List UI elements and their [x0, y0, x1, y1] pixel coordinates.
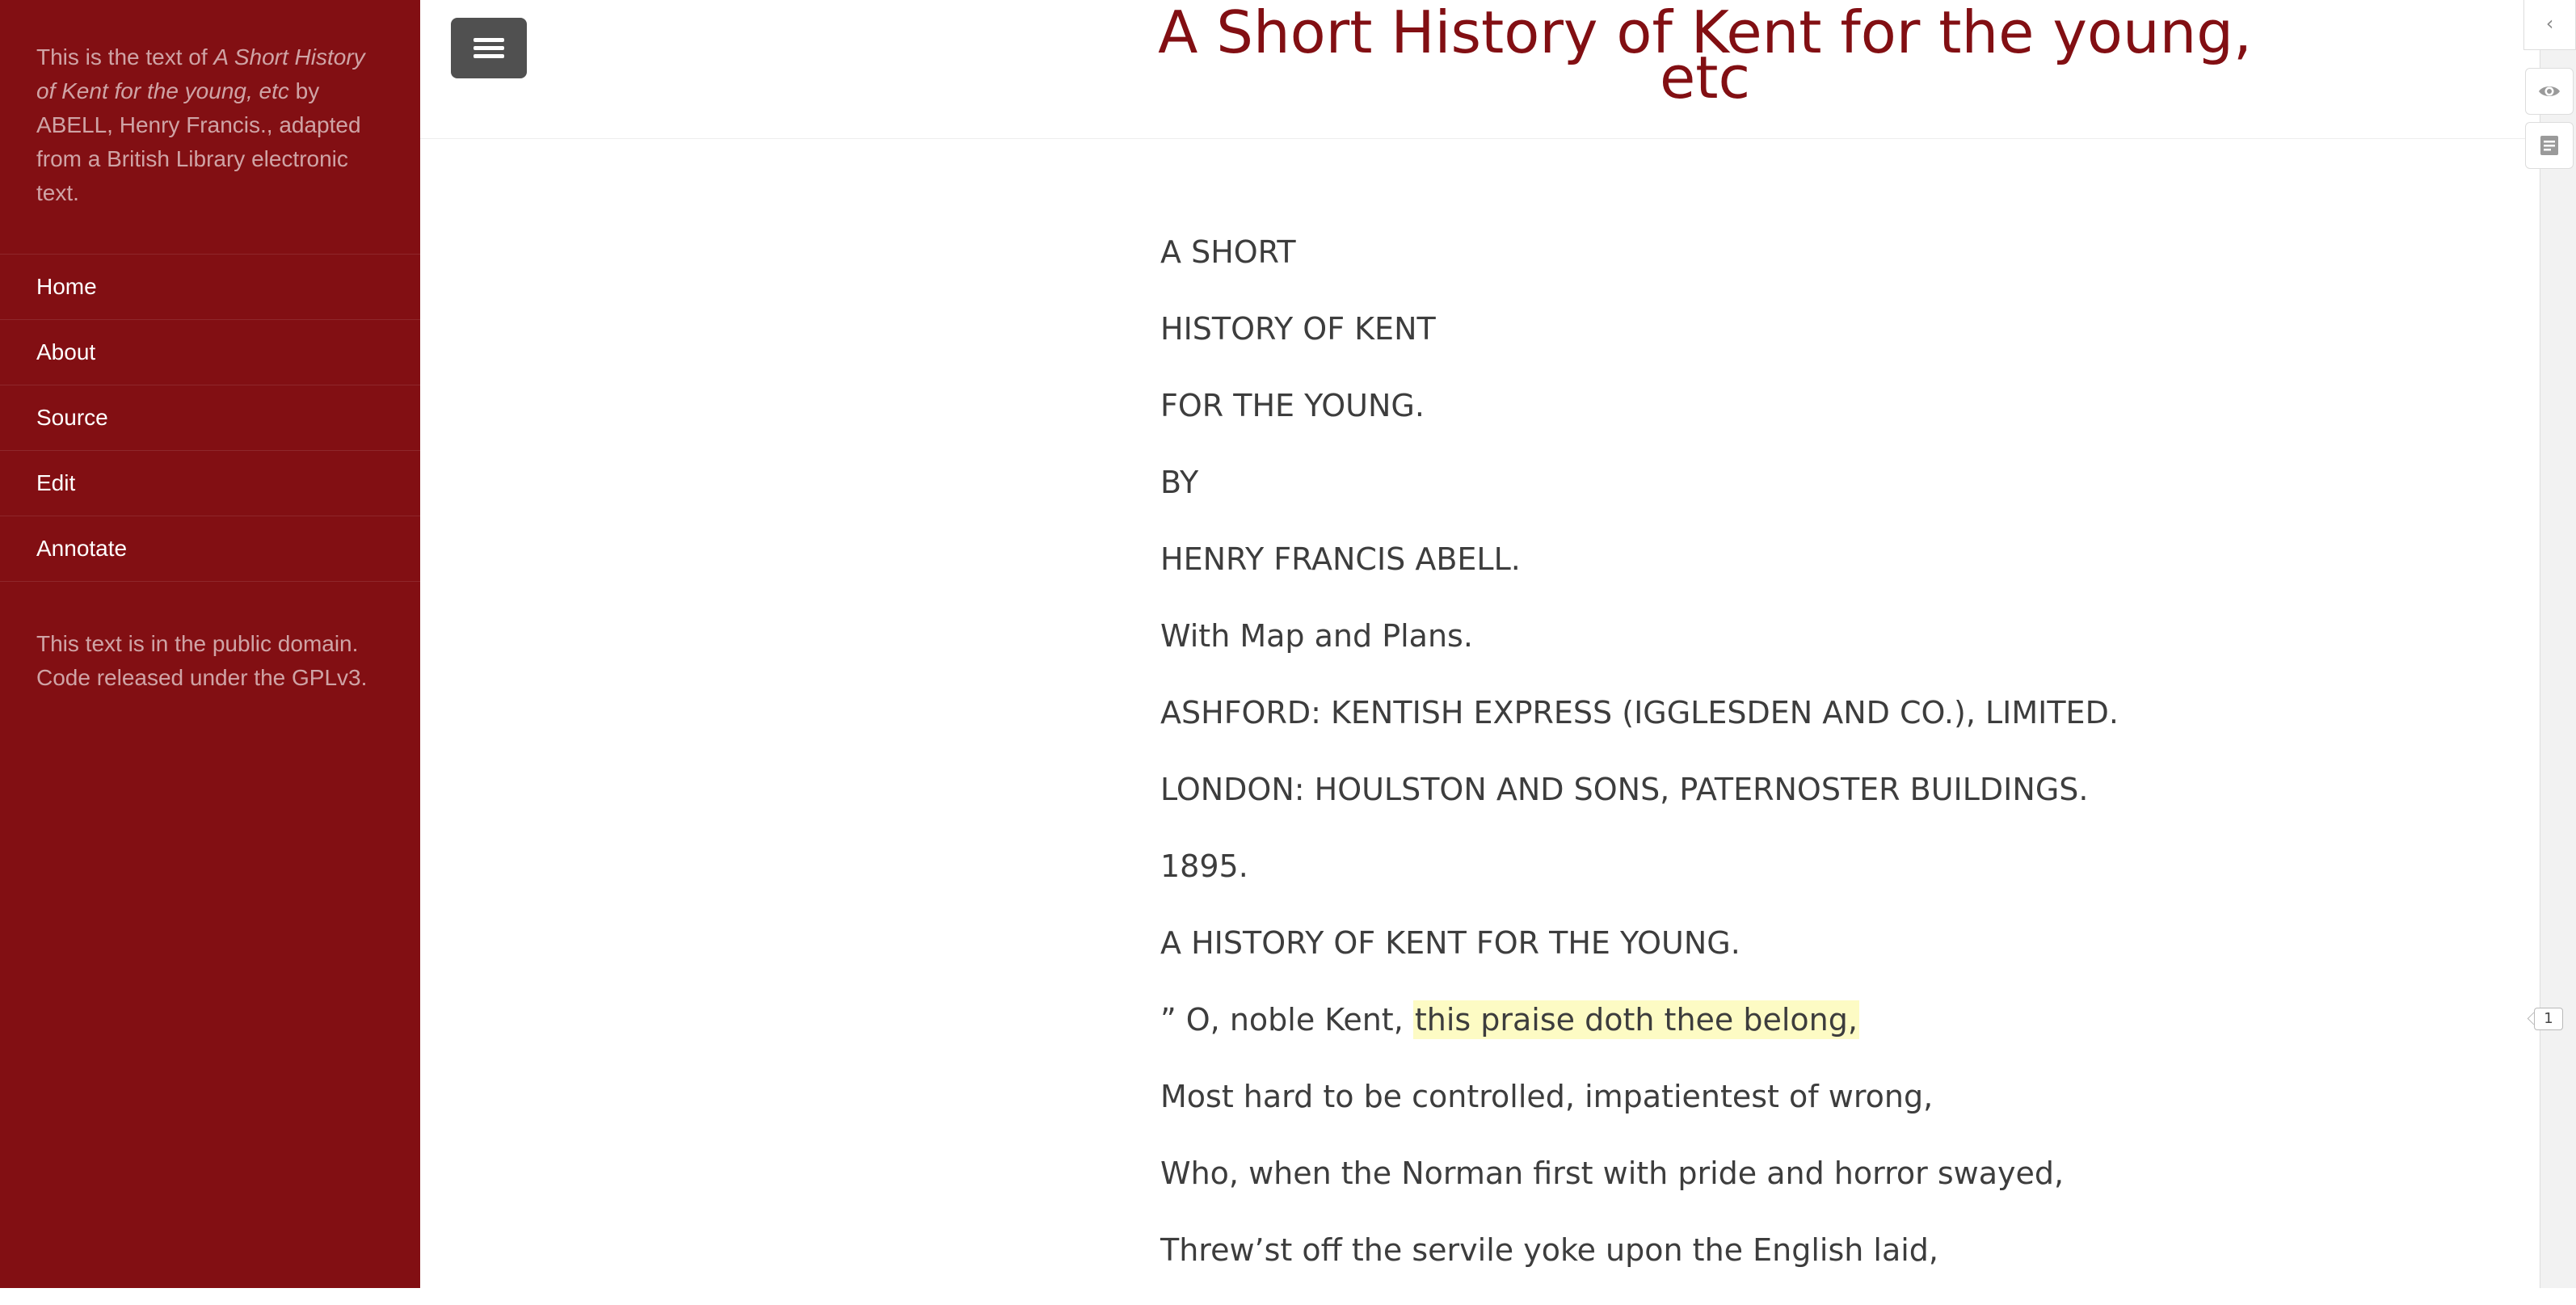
text-line: FOR THE YOUNG. [1160, 388, 1425, 423]
page-title-line2: etc [1659, 44, 1751, 112]
code-license-text: Code released under the GPLv3. [36, 665, 368, 690]
sidebar-item-home[interactable]: Home [0, 255, 420, 320]
page-notes-button[interactable] [2525, 122, 2574, 169]
page-title: A Short History of Kent for the young, e… [1131, 3, 2279, 107]
book-text: A SHORT HISTORY OF KENT FOR THE YOUNG. B… [1160, 230, 2292, 1305]
license-text: This text is in the public domain. [36, 631, 359, 656]
verse-line-highlighted: ” O, noble Kent, this praise doth thee b… [1160, 998, 2292, 1042]
text-line: A HISTORY OF KENT FOR THE YOUNG. [1160, 925, 1740, 961]
sidebar-footer: This text is in the public domain. Code … [0, 582, 420, 695]
text-line: HISTORY OF KENT [1160, 311, 1436, 347]
about-prefix: This is the text of [36, 44, 214, 69]
verse-line: Most hard to be controlled, impatientest… [1160, 1079, 1934, 1114]
sidebar-nav: Home About Source Edit Annotate [0, 254, 420, 582]
chevron-left-icon: ‹ [2545, 12, 2554, 35]
notes-icon [2540, 136, 2558, 155]
text-line: LONDON: HOULSTON AND SONS, PATERNOSTER B… [1160, 772, 2089, 807]
toggle-highlights-button[interactable] [2525, 68, 2574, 115]
annotator-toggle-button[interactable]: ‹ [2523, 0, 2576, 50]
annotation-highlight[interactable]: this praise doth thee belong, [1412, 1000, 1859, 1039]
text-line: 1895. [1160, 848, 1248, 884]
verse-line: Threw’st off the servile yoke upon the E… [1160, 1232, 1939, 1268]
sidebar-item-edit[interactable]: Edit [0, 451, 420, 516]
text-line: With Map and Plans. [1160, 618, 1473, 654]
verse-prefix: ” O, noble Kent, [1160, 1002, 1413, 1038]
sidebar-toggle-button[interactable] [451, 18, 527, 78]
sidebar-item-about[interactable]: About [0, 320, 420, 385]
sidebar-item-annotate[interactable]: Annotate [0, 516, 420, 582]
text-line: ASHFORD: KENTISH EXPRESS (IGGLESDEN AND … [1160, 695, 2119, 730]
text-line: HENRY FRANCIS ABELL. [1160, 541, 1521, 577]
annotation-bucket-count[interactable]: 1 [2534, 1008, 2563, 1030]
sidebar-item-source[interactable]: Source [0, 385, 420, 451]
annotator-sidebar [2540, 0, 2576, 1288]
text-line: A SHORT [1160, 234, 1296, 270]
text-line: BY [1160, 465, 1199, 500]
eye-icon [2539, 86, 2560, 96]
verse-line: Who, when the Norman first with pride an… [1160, 1156, 2065, 1191]
sidebar: This is the text of A Short History of K… [0, 0, 420, 1288]
sidebar-about: This is the text of A Short History of K… [0, 0, 420, 254]
